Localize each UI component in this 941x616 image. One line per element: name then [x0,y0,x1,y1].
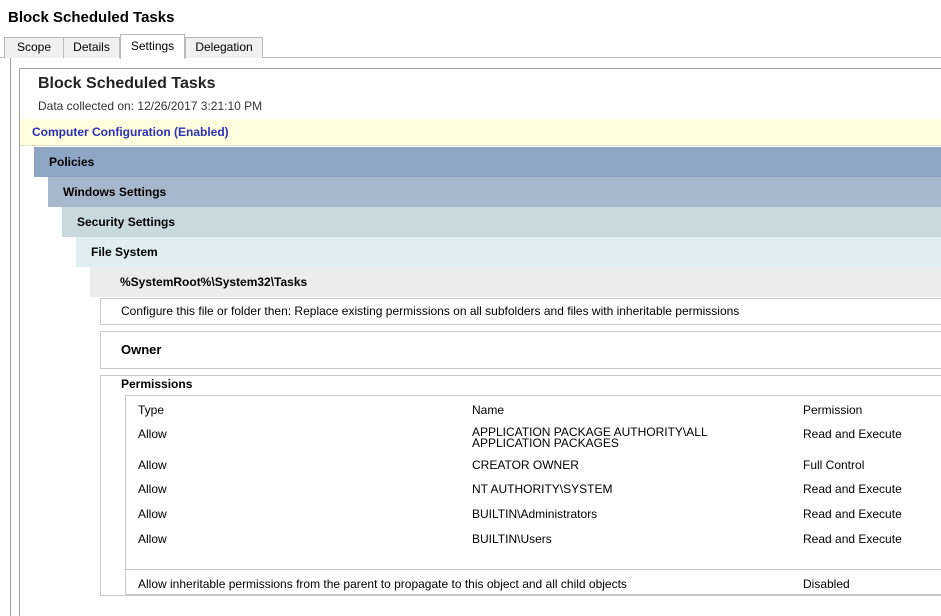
cell-name: BUILTIN\Administrators [472,507,598,521]
permissions-section: Permissions Type Name Permission Allow A… [100,375,941,596]
tab-scope[interactable]: Scope [4,37,64,58]
cell-name: BUILTIN\Users [472,532,552,546]
permissions-table: Type Name Permission Allow APPLICATION P… [125,395,941,570]
table-row: Allow NT AUTHORITY\SYSTEM Read and Execu… [126,478,941,498]
report-title: Block Scheduled Tasks [38,75,216,92]
column-header-name: Name [472,403,505,417]
report-content[interactable]: Block Scheduled Tasks Data collected on:… [19,68,941,616]
configure-description: Configure this file or folder then: Repl… [100,298,941,325]
policies-header[interactable]: Policies [34,147,941,177]
column-header-type: Type [138,403,165,417]
cell-type: Allow [138,482,167,496]
path-header[interactable]: %SystemRoot%\System32\Tasks [90,267,941,297]
security-settings-header[interactable]: Security Settings [62,207,941,237]
cell-name: NT AUTHORITY\SYSTEM [472,482,613,496]
file-system-header[interactable]: File System [76,237,941,267]
cell-permission: Full Control [803,458,865,472]
cell-name: APPLICATION PACKAGE AUTHORITY\ALL APPLIC… [472,425,708,450]
tab-details[interactable]: Details [63,37,120,58]
cell-type: Allow [138,427,167,441]
computer-configuration-header[interactable]: Computer Configuration (Enabled) [20,119,941,146]
table-row: Allow BUILTIN\Users Read and Execute [126,528,941,548]
permissions-title: Permissions [121,377,193,391]
inherit-permissions-row: Allow inheritable permissions from the p… [125,569,941,595]
inherit-value: Disabled [803,577,850,591]
owner-section: Owner [100,331,941,369]
settings-panel: Block Scheduled Tasks Data collected on:… [10,58,941,616]
windows-settings-header[interactable]: Windows Settings [48,177,941,207]
window-title: Block Scheduled Tasks [8,9,175,26]
column-header-permission: Permission [803,403,863,417]
cell-permission: Read and Execute [803,532,902,546]
cell-permission: Read and Execute [803,427,902,441]
table-row: Allow BUILTIN\Administrators Read and Ex… [126,503,941,523]
table-header-row: Type Name Permission [126,399,941,419]
cell-permission: Read and Execute [803,507,902,521]
tab-strip: Scope Details Settings Delegation [0,34,941,59]
cell-permission: Read and Execute [803,482,902,496]
cell-type: Allow [138,532,167,546]
inherit-label: Allow inheritable permissions from the p… [138,577,627,591]
tab-delegation[interactable]: Delegation [185,37,263,58]
table-row: Allow APPLICATION PACKAGE AUTHORITY\ALL … [126,423,941,451]
table-row: Allow CREATOR OWNER Full Control [126,454,941,474]
cell-type: Allow [138,507,167,521]
tab-settings[interactable]: Settings [120,34,185,59]
data-collected-label: Data collected on: 12/26/2017 3:21:10 PM [38,99,263,113]
cell-name: CREATOR OWNER [472,458,579,472]
cell-type: Allow [138,458,167,472]
